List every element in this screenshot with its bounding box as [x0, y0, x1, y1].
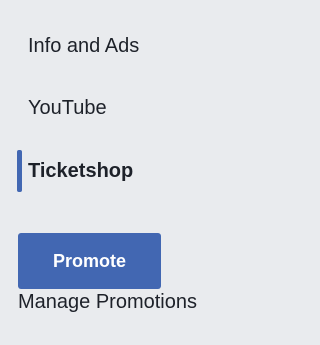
manage-promotions-link[interactable]: Manage Promotions: [18, 282, 197, 322]
active-indicator: [17, 150, 22, 192]
sidebar-item-label: YouTube: [28, 97, 107, 119]
sidebar-item-ticketshop[interactable]: Ticketshop: [0, 145, 277, 197]
promote-button[interactable]: Promote: [18, 233, 161, 289]
sidebar-item-label: Info and Ads: [28, 35, 140, 57]
sidebar-item-youtube[interactable]: YouTube: [0, 82, 277, 134]
sidebar-item-info-and-ads[interactable]: Info and Ads: [0, 20, 277, 72]
page-sidebar-nav: Info and Ads YouTube Ticketshop Promote …: [0, 0, 277, 345]
sidebar-item-label: Ticketshop: [28, 160, 134, 182]
